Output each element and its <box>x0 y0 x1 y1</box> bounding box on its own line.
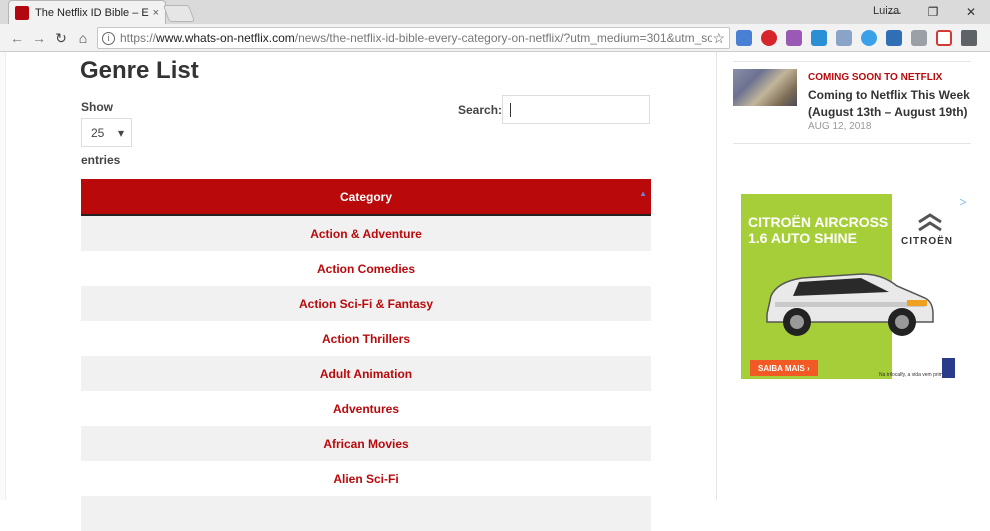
title-bar: The Netflix ID Bible – Every Category on… <box>0 0 990 24</box>
text-caret <box>510 103 511 117</box>
entries-select[interactable]: 25 ▾ <box>81 118 132 147</box>
ad-brand: CITROËN <box>901 236 953 247</box>
left-gutter <box>0 52 6 500</box>
back-icon[interactable]: ← <box>8 29 26 47</box>
browser-toolbar: ← → ↻ ⌂ i https://www.whats-on-netflix.c… <box>0 24 990 52</box>
article-title[interactable]: Coming to Netflix This Week (August 13th… <box>808 87 973 121</box>
category-link[interactable]: African Movies <box>323 437 408 451</box>
window-controls: — ❐ ✕ <box>876 0 990 24</box>
entries-value: 25 <box>91 125 105 140</box>
translate-extension-icon[interactable] <box>736 30 752 46</box>
category-link[interactable]: Action Comedies <box>317 262 415 276</box>
category-link[interactable]: Action Sci-Fi & Fantasy <box>299 297 433 311</box>
info-icon[interactable]: i <box>102 31 115 45</box>
dropbox-extension-icon[interactable] <box>836 30 852 46</box>
ad-headline: CITROËN AIRCROSS 1.6 AUTO SHINE <box>748 214 889 246</box>
search-label: Search: <box>458 103 503 117</box>
forward-icon[interactable]: → <box>30 29 48 47</box>
cloud-extension-icon[interactable] <box>861 30 877 46</box>
sidebar-top-divider <box>733 61 971 62</box>
browser-tab[interactable]: The Netflix ID Bible – Every Category on… <box>8 0 166 24</box>
image-extension-icon[interactable] <box>911 30 927 46</box>
category-column-header[interactable]: Category ▲ <box>81 179 651 216</box>
pocket-extension-icon[interactable] <box>936 30 952 46</box>
table-row <box>81 496 651 531</box>
category-link[interactable]: Alien Sci-Fi <box>333 472 398 486</box>
table-row: Alien Sci-Fi <box>81 461 651 496</box>
table-row: Action Comedies <box>81 251 651 286</box>
column-header-label: Category <box>339 189 392 204</box>
page-content: Genre List Show 25 ▾ entries Search: Cat… <box>0 52 990 531</box>
category-link[interactable]: Action Thrillers <box>322 332 410 346</box>
category-table: Category ▲ Action & Adventure Action Com… <box>81 179 651 531</box>
saiba-mais-button[interactable]: SAIBA MAIS › <box>750 360 818 376</box>
url-host: www.whats-on-netflix.com <box>156 31 295 45</box>
category-link[interactable]: Adult Animation <box>320 367 412 381</box>
netflix-favicon-icon <box>15 5 29 20</box>
drive-extension-icon[interactable] <box>961 30 977 46</box>
s-extension-icon[interactable] <box>886 30 902 46</box>
table-row: African Movies <box>81 426 651 461</box>
close-window-icon[interactable]: ✕ <box>952 0 990 24</box>
citroen-ad[interactable]: CITROËN AIRCROSS 1.6 AUTO SHINE CITROËN … <box>741 194 960 379</box>
article-thumbnail[interactable] <box>733 69 797 106</box>
page-title: Genre List <box>80 57 199 84</box>
reload-icon[interactable]: ↻ <box>52 29 70 47</box>
content-divider <box>716 52 717 500</box>
pen-extension-icon[interactable] <box>786 30 802 46</box>
tab-title: The Netflix ID Bible – Every Category on… <box>35 6 149 19</box>
chevron-down-icon: ▾ <box>117 125 124 140</box>
tool-extension-icon[interactable] <box>811 30 827 46</box>
article-category[interactable]: COMING SOON TO NETFLIX <box>808 72 942 83</box>
search-input[interactable] <box>502 95 650 124</box>
address-bar[interactable]: i https://www.whats-on-netflix.com/news/… <box>97 27 730 49</box>
category-link[interactable]: Adventures <box>333 402 399 416</box>
table-row: Adult Animation <box>81 356 651 391</box>
article-date: AUG 12, 2018 <box>808 121 872 132</box>
citroen-chevron-logo-icon <box>918 213 942 232</box>
table-row: Action & Adventure <box>81 216 651 251</box>
tab-close-icon[interactable]: × <box>153 7 159 19</box>
home-icon[interactable]: ⌂ <box>74 29 92 47</box>
table-row: Action Sci-Fi & Fantasy <box>81 286 651 321</box>
table-row: Adventures <box>81 391 651 426</box>
category-link[interactable]: Action & Adventure <box>310 227 422 241</box>
table-row: Action Thrillers <box>81 321 651 356</box>
show-label: Show <box>81 100 113 114</box>
new-tab-button[interactable] <box>162 5 196 22</box>
pinterest-extension-icon[interactable] <box>761 30 777 46</box>
sidebar-divider <box>733 143 971 144</box>
maximize-icon[interactable]: ❐ <box>914 0 952 24</box>
car-image-icon <box>766 273 934 336</box>
url-text[interactable]: https://www.whats-on-netflix.com/news/th… <box>120 31 712 45</box>
bookmark-star-icon[interactable]: ☆ <box>712 30 725 47</box>
url-path: /news/the-netflix-id-bible-every-categor… <box>294 31 713 45</box>
url-scheme: https:// <box>120 31 157 45</box>
ad-partner-logo-icon <box>942 358 955 378</box>
sort-ascending-icon[interactable]: ▲ <box>639 189 647 198</box>
minimize-icon[interactable]: — <box>876 0 914 24</box>
entries-label: entries <box>81 153 121 167</box>
